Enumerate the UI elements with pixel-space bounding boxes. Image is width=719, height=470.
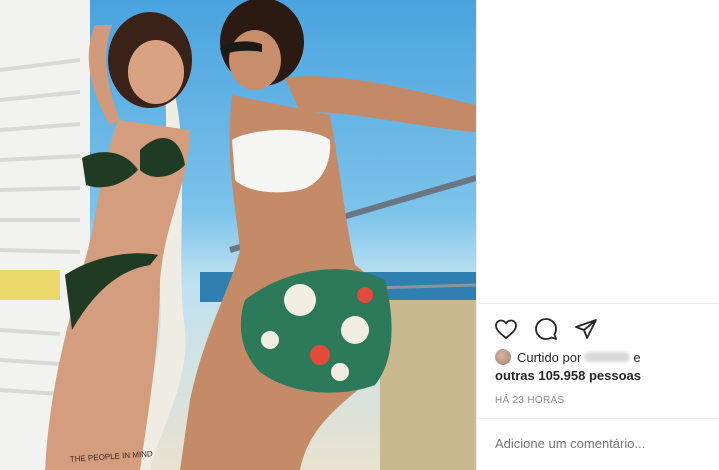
share-button[interactable] <box>573 316 599 342</box>
liker-name-blurred[interactable] <box>584 352 631 362</box>
divider-top <box>477 303 719 304</box>
comment-icon <box>535 318 557 340</box>
paper-plane-icon <box>575 319 597 339</box>
post-timestamp[interactable]: HÁ 23 HORAS <box>495 395 564 406</box>
post-photo[interactable]: THE PEOPLE IN MIND <box>0 0 476 470</box>
dry-grass <box>380 300 476 470</box>
action-bar <box>493 316 599 344</box>
post-sidebar: Curtido por e outras 105.958 pessoas HÁ 2… <box>476 0 719 470</box>
face-left <box>128 40 184 104</box>
face-right <box>229 30 281 90</box>
likes-others-link[interactable]: outras 105.958 pessoas <box>495 368 641 383</box>
comment-input[interactable] <box>495 436 705 451</box>
likes-connector: e <box>633 350 641 365</box>
like-button[interactable] <box>493 316 519 342</box>
liker-avatar[interactable] <box>495 349 511 365</box>
heart-icon <box>495 319 517 339</box>
instagram-post: THE PEOPLE IN MIND Curtido por e outras … <box>0 0 719 470</box>
comment-button[interactable] <box>533 316 559 342</box>
likes-summary: Curtido por e outras 105.958 pessoas <box>495 349 710 385</box>
yellow-object <box>0 270 60 300</box>
divider-bottom <box>477 418 719 419</box>
likes-prefix: Curtido por <box>517 350 582 365</box>
photo-illustration: THE PEOPLE IN MIND <box>0 0 476 470</box>
